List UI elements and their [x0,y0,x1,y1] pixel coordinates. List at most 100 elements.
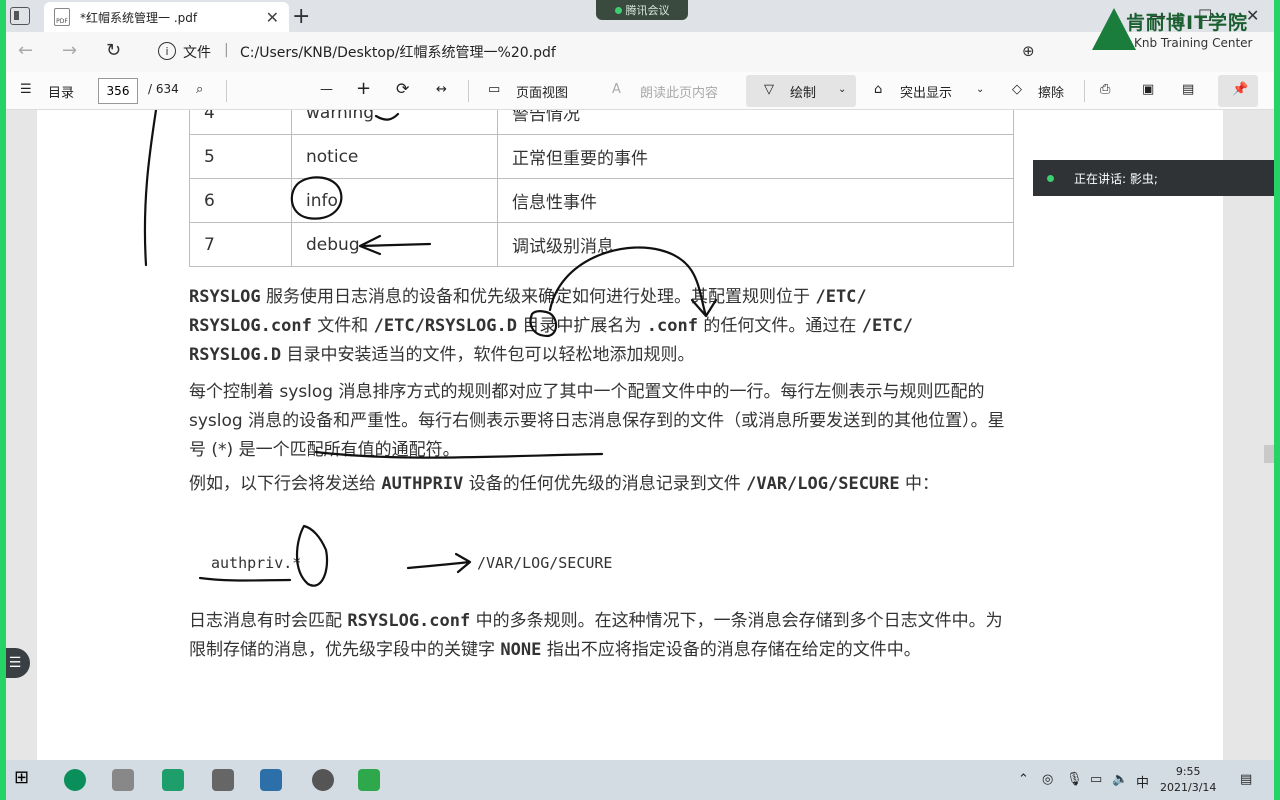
meeting-indicator[interactable]: 腾讯会议 [596,0,688,20]
save-as-icon[interactable]: ▤ [1182,82,1194,97]
text-span: 文件和 [311,316,374,336]
meeting-app-icon[interactable] [358,769,380,791]
paragraph-example: 例如，以下行会将发送给 AUTHPRIV 设备的任何优先级的消息记录到文件 /V… [189,470,1019,499]
chevron-down-icon[interactable]: ⌄ [976,84,984,95]
text-span: 指出不应将指定设备的消息存储在给定的文件中。 [541,640,921,660]
vertical-tabs-icon[interactable] [10,7,30,25]
highlighter-icon[interactable]: ⌂ [874,82,882,97]
total-pages: / 634 [148,82,179,96]
level-name: notice [291,134,498,179]
calculator-icon[interactable] [112,769,134,791]
page-view-icon[interactable]: ▭ [488,82,500,97]
divider [468,80,469,102]
divider [226,80,227,102]
rotate-icon[interactable]: ⟳ [396,79,409,98]
pdf-toolbar: ☰ 目录 / 634 ⌕ — + ⟳ ↔ ▭ 页面视图 A 朗读此页内容 ▽ 绘… [0,72,1280,110]
text-span: RSYSLOG.conf [347,611,471,631]
scrollbar-thumb[interactable] [1264,445,1274,463]
text-span: RSYSLOG.conf [189,316,312,336]
toc-icon[interactable]: ☰ [20,82,32,97]
pdf-file-icon: PDF [54,8,70,26]
new-tab-button[interactable]: + [292,4,310,29]
brand-logo: 肯耐博IT学院 Knb Training Center [1092,6,1272,62]
page-number-input[interactable]: 356 [98,78,138,104]
level-description: 调试级别消息 [497,222,1014,267]
address-scheme-label: 文件 [183,45,211,61]
text-span: RSYSLOG.D [189,345,282,365]
taskbar: ⊞ ⌃ ◎ 🎙 ▭ 🔈 中 9:55 2021/3/14 ▤ [0,760,1280,800]
draw-icon[interactable]: ▽ [764,82,774,97]
read-aloud-icon[interactable]: A [612,82,621,97]
draw-label[interactable]: 绘制 [790,82,816,101]
tray-expand-icon[interactable]: ⌃ [1018,772,1029,787]
notification-icon[interactable]: ▤ [1240,772,1252,787]
app-icon[interactable] [312,769,334,791]
text-span: 中： [899,474,940,494]
tab-close-button[interactable]: ✕ [266,8,279,27]
tab-pdf[interactable]: PDF *红帽系统管理一 .pdf ✕ [44,2,289,32]
level-number: 4 [189,110,292,135]
ime-indicator[interactable]: 中 [1136,772,1149,791]
photos-icon[interactable] [260,769,282,791]
code-selector: authpriv.* [211,554,302,572]
text-span: /ETC/ [815,287,867,307]
zoom-icon[interactable]: ⊕ [1022,42,1035,60]
volume-icon[interactable]: 🔈 [1112,772,1128,787]
app-icon[interactable] [212,769,234,791]
document-area[interactable]: 4 warning 警告情况 5 notice 正常但重要的事件 6 info … [0,110,1280,760]
clock-time: 9:55 [1175,765,1201,778]
toc-label[interactable]: 目录 [48,82,74,101]
search-icon[interactable]: ⌕ [196,82,203,97]
text-span: /ETC/ [861,316,913,336]
screen-share-border-left [0,0,6,800]
address-bar: ← → ↻ i 文件 | C:/Users/KNB/Desktop/红帽系统管理… [0,32,1280,72]
divider [1084,80,1085,102]
pin-icon[interactable]: 📌 [1232,82,1248,97]
level-number: 5 [189,134,292,179]
chevron-down-icon[interactable]: ⌄ [838,84,846,95]
level-name: warning [291,110,498,135]
paragraph-rsyslog-config: RSYSLOG 服务使用日志消息的设备和优先级来确定如何进行处理。其配置规则位于… [189,283,1019,370]
paragraph-rule-format: 每个控制着 syslog 消息排序方式的规则都对应了其中一个配置文件中的一行。每… [189,382,1005,460]
network-status-icon[interactable]: ◎ [1042,772,1053,787]
fit-width-icon[interactable]: ↔ [436,82,447,97]
logo-cn: 肯耐博IT学院 [1126,12,1249,34]
text-span: 服务使用日志消息的设备和优先级来确定如何进行处理。其配置规则位于 [260,287,816,307]
info-icon[interactable]: i [158,42,176,60]
address-separator: | [224,42,229,58]
level-number: 6 [189,178,292,223]
text-span: 目录中安装适当的文件，软件包可以轻松地添加规则。 [281,345,695,365]
reload-icon[interactable]: ↻ [106,40,121,61]
back-icon[interactable]: ← [18,40,33,61]
windows-start-icon[interactable]: ⊞ [14,767,36,789]
terminal-icon[interactable] [162,769,184,791]
print-icon[interactable]: ⎙ [1100,82,1110,97]
text-span: 目录中扩展名为 [516,316,647,336]
network-icon[interactable]: ▭ [1090,772,1102,787]
zoom-out-button[interactable]: — [320,82,333,97]
highlight-button[interactable]: 突出显示 [900,82,952,101]
mic-active-icon [614,6,622,14]
meeting-label: 腾讯会议 [625,4,670,17]
level-number: 7 [189,222,292,267]
text-span: 日志消息有时会匹配 [189,611,348,631]
edge-browser-icon[interactable] [64,769,86,791]
save-icon[interactable]: ▣ [1142,82,1154,97]
screen-share-border-right [1274,0,1280,800]
tab-title: *红帽系统管理一 .pdf [80,10,198,25]
code-target: /VAR/LOG/SECURE [477,554,613,572]
text-span: NONE [500,640,542,660]
page-view-button[interactable]: 页面视图 [516,82,568,101]
read-aloud-button[interactable]: 朗读此页内容 [640,82,718,101]
speaking-text: 正在讲话: 影虫; [1074,171,1158,186]
address-url[interactable]: C:/Users/KNB/Desktop/红帽系统管理一%20.pdf [240,42,556,62]
system-clock[interactable]: 9:55 2021/3/14 [1160,764,1216,796]
zoom-in-button[interactable]: + [356,78,371,99]
microphone-icon[interactable]: 🎙 [1066,772,1083,787]
forward-icon[interactable]: → [62,40,77,61]
text-span: 例如，以下行会将发送给 [189,474,382,494]
priority-levels-table: 4 warning 警告情况 5 notice 正常但重要的事件 6 info … [189,110,1014,267]
eraser-icon[interactable]: ◇ [1012,82,1022,97]
text-span: .conf [646,316,698,336]
erase-button[interactable]: 擦除 [1038,82,1064,101]
